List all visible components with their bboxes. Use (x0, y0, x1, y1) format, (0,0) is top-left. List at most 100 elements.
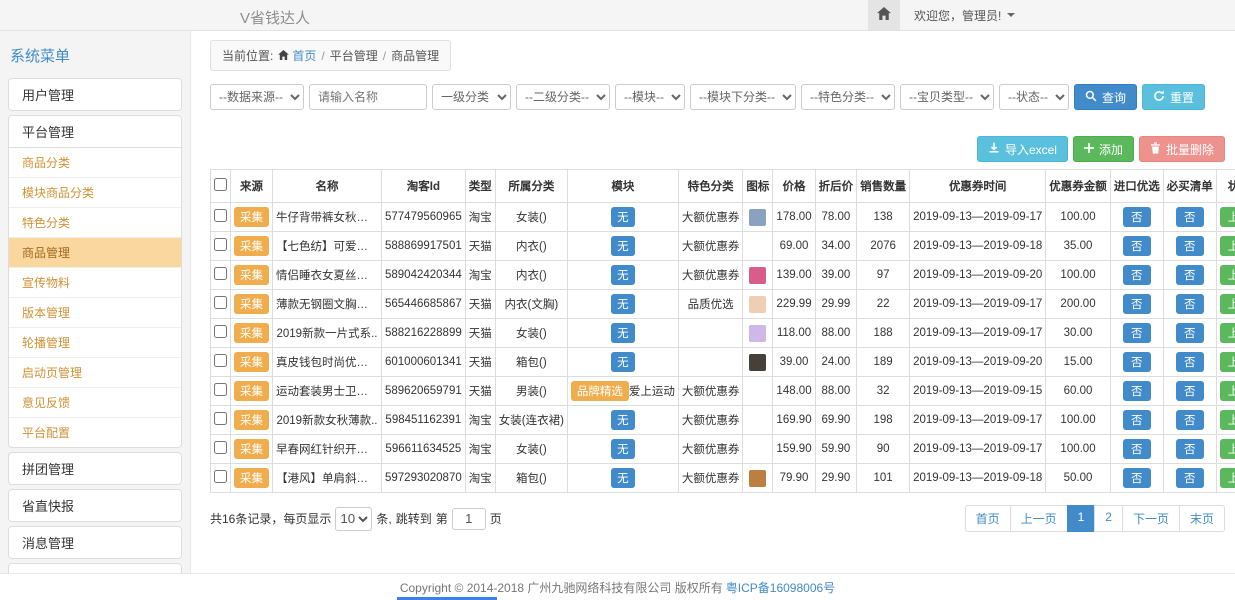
page-button[interactable]: 首页 (965, 505, 1011, 532)
must-buy-cell: 否 (1163, 464, 1216, 493)
filter-select[interactable]: --特色分类-- (801, 84, 895, 110)
add-button[interactable]: 添加 (1073, 136, 1134, 162)
status-toggle[interactable]: 上架 (1220, 323, 1235, 343)
filter-select[interactable]: --模块下分类-- (690, 84, 796, 110)
sidebar-item[interactable]: 消息管理 (9, 527, 181, 558)
product-name: 运动套装男士卫衣初秋.. (276, 383, 378, 399)
import-select-toggle[interactable]: 否 (1123, 236, 1151, 256)
must-buy-toggle[interactable]: 否 (1176, 265, 1204, 285)
product-type: 天猫 (465, 319, 495, 348)
search-button-label: 查询 (1102, 89, 1126, 106)
status-toggle[interactable]: 上架 (1220, 207, 1235, 227)
must-buy-toggle[interactable]: 否 (1176, 468, 1204, 488)
source-badge: 采集 (234, 381, 269, 401)
column-header: 状态 (1216, 170, 1235, 203)
sidebar-subitem[interactable]: 宣传物料 (9, 268, 181, 298)
must-buy-toggle[interactable]: 否 (1176, 323, 1204, 343)
per-page-select[interactable]: 10 (335, 507, 372, 531)
must-buy-toggle[interactable]: 否 (1176, 207, 1204, 227)
filter-select[interactable]: --宝贝类型-- (900, 84, 994, 110)
import-select-toggle[interactable]: 否 (1123, 410, 1151, 430)
batch-delete-button[interactable]: 批量删除 (1139, 136, 1225, 162)
row-checkbox[interactable] (214, 383, 227, 396)
must-buy-toggle[interactable]: 否 (1176, 352, 1204, 372)
status-toggle[interactable]: 上架 (1220, 352, 1235, 372)
filter-select[interactable]: --模块-- (615, 84, 685, 110)
add-button-label: 添加 (1099, 141, 1123, 158)
import-select-toggle[interactable]: 否 (1123, 381, 1151, 401)
import-select-toggle[interactable]: 否 (1123, 468, 1151, 488)
status-toggle[interactable]: 上架 (1220, 468, 1235, 488)
sidebar-subitem[interactable]: 意见反馈 (9, 388, 181, 418)
page-button-current[interactable]: 1 (1067, 505, 1096, 532)
status-toggle[interactable]: 上架 (1220, 410, 1235, 430)
sidebar-item[interactable]: 省直快报 (9, 490, 181, 521)
status-cell: 上架 (1216, 348, 1235, 377)
import-select-toggle[interactable]: 否 (1123, 323, 1151, 343)
must-buy-toggle[interactable]: 否 (1176, 294, 1204, 314)
sidebar-subitem[interactable]: 启动页管理 (9, 358, 181, 388)
status-toggle[interactable]: 上架 (1220, 265, 1235, 285)
sidebar-item[interactable]: 平台管理 (9, 116, 181, 147)
reset-button[interactable]: 重置 (1142, 84, 1205, 110)
import-select-toggle[interactable]: 否 (1123, 207, 1151, 227)
sidebar-subitem-current[interactable]: 商品管理 (9, 238, 181, 268)
discount-price: 39.00 (815, 261, 857, 290)
row-checkbox[interactable] (214, 354, 227, 367)
must-buy-cell: 否 (1163, 261, 1216, 290)
import-select-toggle[interactable]: 否 (1123, 294, 1151, 314)
taoke-id: 565446685867 (382, 290, 466, 319)
sidebar-subitem[interactable]: 轮播管理 (9, 328, 181, 358)
status-toggle[interactable]: 上架 (1220, 439, 1235, 459)
source-cell: 采集 (231, 290, 273, 319)
sales-count: 90 (857, 435, 910, 464)
row-checkbox[interactable] (214, 267, 227, 280)
select-all-checkbox[interactable] (214, 178, 227, 191)
sidebar-subitem[interactable]: 模块商品分类 (9, 178, 181, 208)
import-select-toggle[interactable]: 否 (1123, 439, 1151, 459)
row-checkbox[interactable] (214, 238, 227, 251)
must-buy-toggle[interactable]: 否 (1176, 410, 1204, 430)
filter-name-input[interactable] (309, 84, 427, 110)
row-checkbox[interactable] (214, 296, 227, 309)
status-toggle[interactable]: 上架 (1220, 294, 1235, 314)
sidebar-item[interactable]: 拼团管理 (9, 453, 181, 484)
sidebar-item[interactable]: 用户管理 (9, 79, 181, 110)
page-button[interactable]: 末页 (1179, 505, 1225, 532)
import-select-toggle[interactable]: 否 (1123, 352, 1151, 372)
jump-page-input[interactable] (452, 508, 486, 530)
import-select-cell: 否 (1110, 406, 1163, 435)
row-checkbox[interactable] (214, 325, 227, 338)
breadcrumb-home-link[interactable]: 首页 (278, 47, 316, 64)
must-buy-toggle[interactable]: 否 (1176, 439, 1204, 459)
row-checkbox[interactable] (214, 209, 227, 222)
row-checkbox[interactable] (214, 470, 227, 483)
home-button[interactable] (868, 0, 900, 30)
page-button[interactable]: 上一页 (1010, 505, 1068, 532)
must-buy-toggle[interactable]: 否 (1176, 236, 1204, 256)
sidebar-subitem[interactable]: 商品分类 (9, 148, 181, 178)
page-button[interactable]: 2 (1094, 505, 1123, 532)
status-toggle[interactable]: 上架 (1220, 381, 1235, 401)
must-buy-toggle[interactable]: 否 (1176, 381, 1204, 401)
filter-select[interactable]: --数据来源-- (210, 84, 304, 110)
filter-select[interactable]: --状态-- (999, 84, 1069, 110)
status-toggle[interactable]: 上架 (1220, 236, 1235, 256)
sales-count: 189 (857, 348, 910, 377)
filter-select[interactable]: --二级分类-- (516, 84, 610, 110)
search-button[interactable]: 查询 (1074, 84, 1137, 110)
sidebar-subitem[interactable]: 平台配置 (9, 418, 181, 447)
page-button[interactable]: 下一页 (1122, 505, 1180, 532)
import-excel-button[interactable]: 导入excel (977, 136, 1068, 162)
row-checkbox[interactable] (214, 412, 227, 425)
sidebar-subitem[interactable]: 版本管理 (9, 298, 181, 328)
import-select-toggle[interactable]: 否 (1123, 265, 1151, 285)
sidebar-subitem[interactable]: 特色分类 (9, 208, 181, 238)
icp-link[interactable]: 粤ICP备16098006号 (726, 579, 835, 596)
icon-cell (743, 348, 773, 377)
row-checkbox[interactable] (214, 441, 227, 454)
product-category: 女装() (495, 435, 567, 464)
filter-select[interactable]: 一级分类 (432, 84, 511, 110)
module-badge: 无 (611, 439, 635, 459)
user-menu[interactable]: 欢迎您，管理员! (900, 7, 1029, 24)
